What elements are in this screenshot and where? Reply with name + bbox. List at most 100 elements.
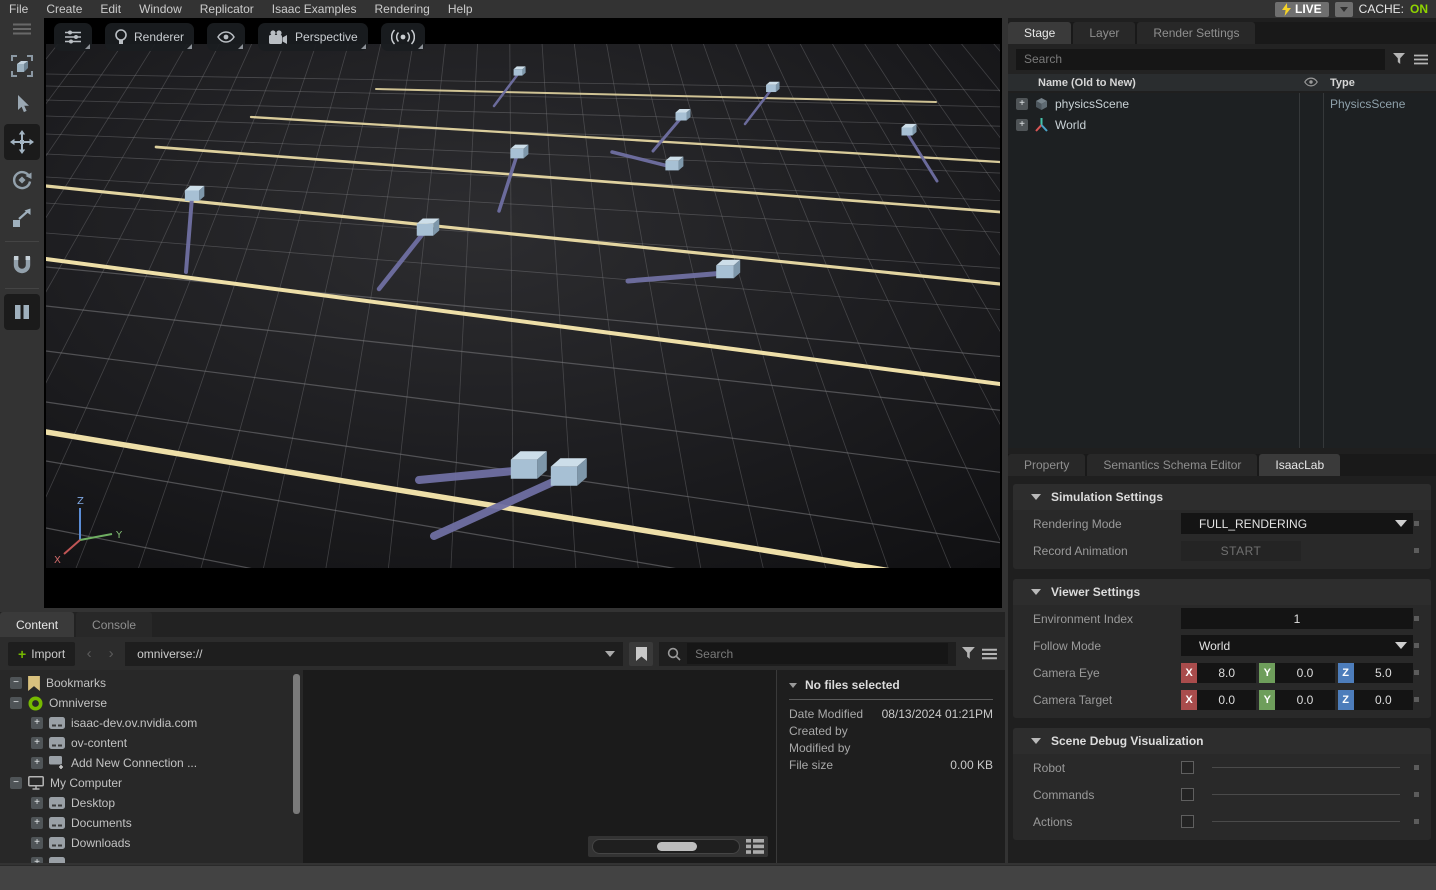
selection-header[interactable]: No files selected	[789, 678, 993, 699]
scale-tool[interactable]	[4, 200, 40, 236]
tree-item-omniverse[interactable]: − Omniverse	[0, 693, 303, 713]
file-grid-area[interactable]	[303, 670, 776, 863]
grid-view-icon[interactable]	[746, 839, 764, 854]
tab-stage[interactable]: Stage	[1008, 22, 1071, 44]
property-dot[interactable]	[1414, 765, 1419, 770]
expander[interactable]: +	[31, 737, 43, 749]
expander[interactable]: −	[10, 777, 22, 789]
expander[interactable]: +	[31, 797, 43, 809]
camera-target-x[interactable]: 0.0	[1197, 690, 1256, 710]
chevron-down-icon[interactable]	[605, 651, 615, 657]
property-dot[interactable]	[1414, 643, 1419, 648]
camera-target-y[interactable]: 0.0	[1275, 690, 1334, 710]
forward-button[interactable]: ›	[103, 645, 119, 662]
expander[interactable]: −	[10, 677, 22, 689]
renderer-menu[interactable]: Renderer	[105, 23, 194, 51]
visibility-menu[interactable]	[207, 23, 245, 51]
rendering-mode-dropdown[interactable]: FULL_RENDERING	[1181, 513, 1413, 534]
menu-replicator[interactable]: Replicator	[191, 2, 263, 16]
camera-eye-x[interactable]: 8.0	[1197, 663, 1256, 683]
property-dot[interactable]	[1414, 670, 1419, 675]
pause-button[interactable]	[4, 294, 40, 330]
menu-icon[interactable]	[982, 648, 997, 660]
stage-search-input[interactable]	[1016, 49, 1385, 70]
tree-item-ov-content[interactable]: + ov-content	[0, 733, 303, 753]
expander[interactable]: +	[1016, 119, 1028, 131]
expander[interactable]: −	[10, 697, 22, 709]
commands-checkbox[interactable]	[1181, 788, 1194, 801]
move-tool[interactable]	[4, 124, 40, 160]
focus-cube-tool[interactable]	[4, 48, 40, 84]
viewport-canvas[interactable]: Z Y X	[46, 44, 1000, 568]
start-button[interactable]: START	[1181, 541, 1301, 561]
content-search-input[interactable]	[687, 643, 948, 664]
property-dot[interactable]	[1414, 616, 1419, 621]
tab-semantics-schema-editor[interactable]: Semantics Schema Editor	[1087, 454, 1257, 476]
stage-row-world[interactable]: + World	[1008, 114, 1436, 135]
tree-item-isaac-dev[interactable]: + isaac-dev.ov.nvidia.com	[0, 713, 303, 733]
import-button[interactable]: + Import	[8, 642, 75, 666]
back-button[interactable]: ‹	[81, 645, 97, 662]
tree-item-partial[interactable]: +	[0, 853, 303, 863]
camera-menu[interactable]: Perspective	[258, 23, 368, 51]
tree-item-bookmarks[interactable]: − Bookmarks	[0, 673, 303, 693]
property-dot[interactable]	[1414, 548, 1419, 553]
bookmark-button[interactable]	[629, 642, 653, 666]
column-type[interactable]: Type	[1330, 77, 1355, 89]
expander[interactable]: +	[31, 757, 43, 769]
viewport[interactable]: Renderer Perspective	[44, 18, 1002, 608]
tab-content[interactable]: Content	[0, 612, 74, 637]
tree-item-documents[interactable]: + Documents	[0, 813, 303, 833]
menu-edit[interactable]: Edit	[91, 2, 130, 16]
scene-debug-header[interactable]: Scene Debug Visualization	[1013, 728, 1431, 754]
camera-target-z[interactable]: 0.0	[1354, 690, 1413, 710]
rail-grip[interactable]	[4, 19, 40, 39]
live-button[interactable]: LIVE	[1275, 2, 1329, 17]
property-dot[interactable]	[1414, 792, 1419, 797]
slider-handle[interactable]	[657, 842, 697, 851]
menu-file[interactable]: File	[0, 2, 37, 16]
filter-icon[interactable]	[1393, 53, 1406, 65]
follow-mode-dropdown[interactable]: World	[1181, 635, 1413, 656]
property-dot[interactable]	[1414, 521, 1419, 526]
filter-icon[interactable]	[962, 647, 976, 660]
tab-render-settings[interactable]: Render Settings	[1137, 22, 1255, 44]
menu-help[interactable]: Help	[439, 2, 482, 16]
expander[interactable]: +	[31, 817, 43, 829]
select-tool[interactable]	[4, 86, 40, 122]
tree-scrollbar[interactable]	[293, 674, 300, 814]
menu-icon[interactable]	[1414, 54, 1428, 65]
tab-property[interactable]: Property	[1008, 454, 1085, 476]
viewer-settings-header[interactable]: Viewer Settings	[1013, 579, 1431, 605]
menu-create[interactable]: Create	[37, 2, 91, 16]
column-name[interactable]: Name (Old to New)	[1038, 77, 1136, 89]
stage-row-physics-scene[interactable]: + physicsScene PhysicsScene	[1008, 93, 1436, 114]
tree-item-downloads[interactable]: + Downloads	[0, 833, 303, 853]
property-dot[interactable]	[1414, 819, 1419, 824]
viewport-settings-button[interactable]	[54, 23, 92, 51]
expander[interactable]: +	[1016, 98, 1028, 110]
expander[interactable]: +	[31, 717, 43, 729]
tab-layer[interactable]: Layer	[1073, 22, 1135, 44]
path-field[interactable]: omniverse://	[125, 642, 623, 666]
robot-checkbox[interactable]	[1181, 761, 1194, 774]
menu-isaac-examples[interactable]: Isaac Examples	[263, 2, 366, 16]
tab-isaaclab[interactable]: IsaacLab	[1259, 454, 1340, 476]
content-search-field[interactable]	[659, 642, 956, 666]
camera-eye-y[interactable]: 0.0	[1275, 663, 1334, 683]
tree-item-my-computer[interactable]: − My Computer	[0, 773, 303, 793]
property-dot[interactable]	[1414, 697, 1419, 702]
tree-item-desktop[interactable]: + Desktop	[0, 793, 303, 813]
live-dropdown-button[interactable]	[1335, 2, 1353, 17]
menu-rendering[interactable]: Rendering	[365, 2, 438, 16]
camera-eye-z[interactable]: 5.0	[1354, 663, 1413, 683]
menu-window[interactable]: Window	[130, 2, 191, 16]
tree-item-add-new-connection[interactable]: + Add New Connection ...	[0, 753, 303, 773]
thumbnail-size-slider[interactable]	[592, 839, 740, 854]
expander[interactable]: +	[31, 857, 43, 863]
environment-index-field[interactable]: 1	[1181, 608, 1413, 629]
tab-console[interactable]: Console	[76, 612, 152, 637]
broadcast-menu[interactable]	[381, 23, 425, 51]
rotate-tool[interactable]	[4, 162, 40, 198]
eye-icon[interactable]	[1304, 77, 1318, 87]
